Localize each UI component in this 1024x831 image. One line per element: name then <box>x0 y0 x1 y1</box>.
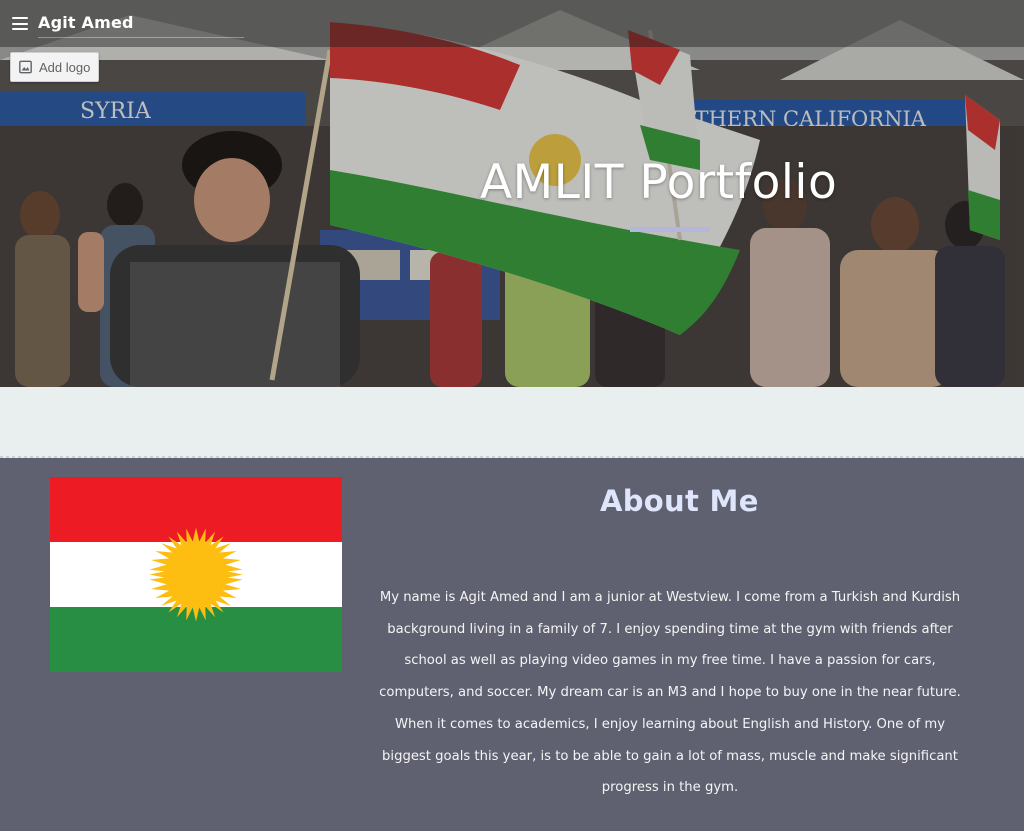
add-logo-label: Add logo <box>39 59 91 75</box>
about-section: About Me My name is Agit Amed and I am a… <box>0 458 1024 831</box>
title-accent-rule <box>630 227 710 232</box>
site-title[interactable]: Agit Amed <box>38 13 134 32</box>
add-logo-button[interactable]: Add logo <box>10 52 99 82</box>
about-paragraph: My name is Agit Amed and I am a junior a… <box>379 590 961 796</box>
hamburger-menu-icon[interactable] <box>12 17 28 30</box>
site-title-underline <box>38 37 244 38</box>
image-icon <box>19 60 32 74</box>
page-title: AMLIT Portfolio <box>480 155 838 210</box>
about-heading: About Me <box>600 484 759 518</box>
section-spacer <box>0 387 1024 458</box>
top-navigation-bar: Agit Amed <box>0 0 1024 47</box>
kurdistan-flag-image <box>50 477 342 672</box>
hero-banner: SYRIA COMMUNITY SOUTHERN CALIFORNIA Agit… <box>0 0 1024 387</box>
